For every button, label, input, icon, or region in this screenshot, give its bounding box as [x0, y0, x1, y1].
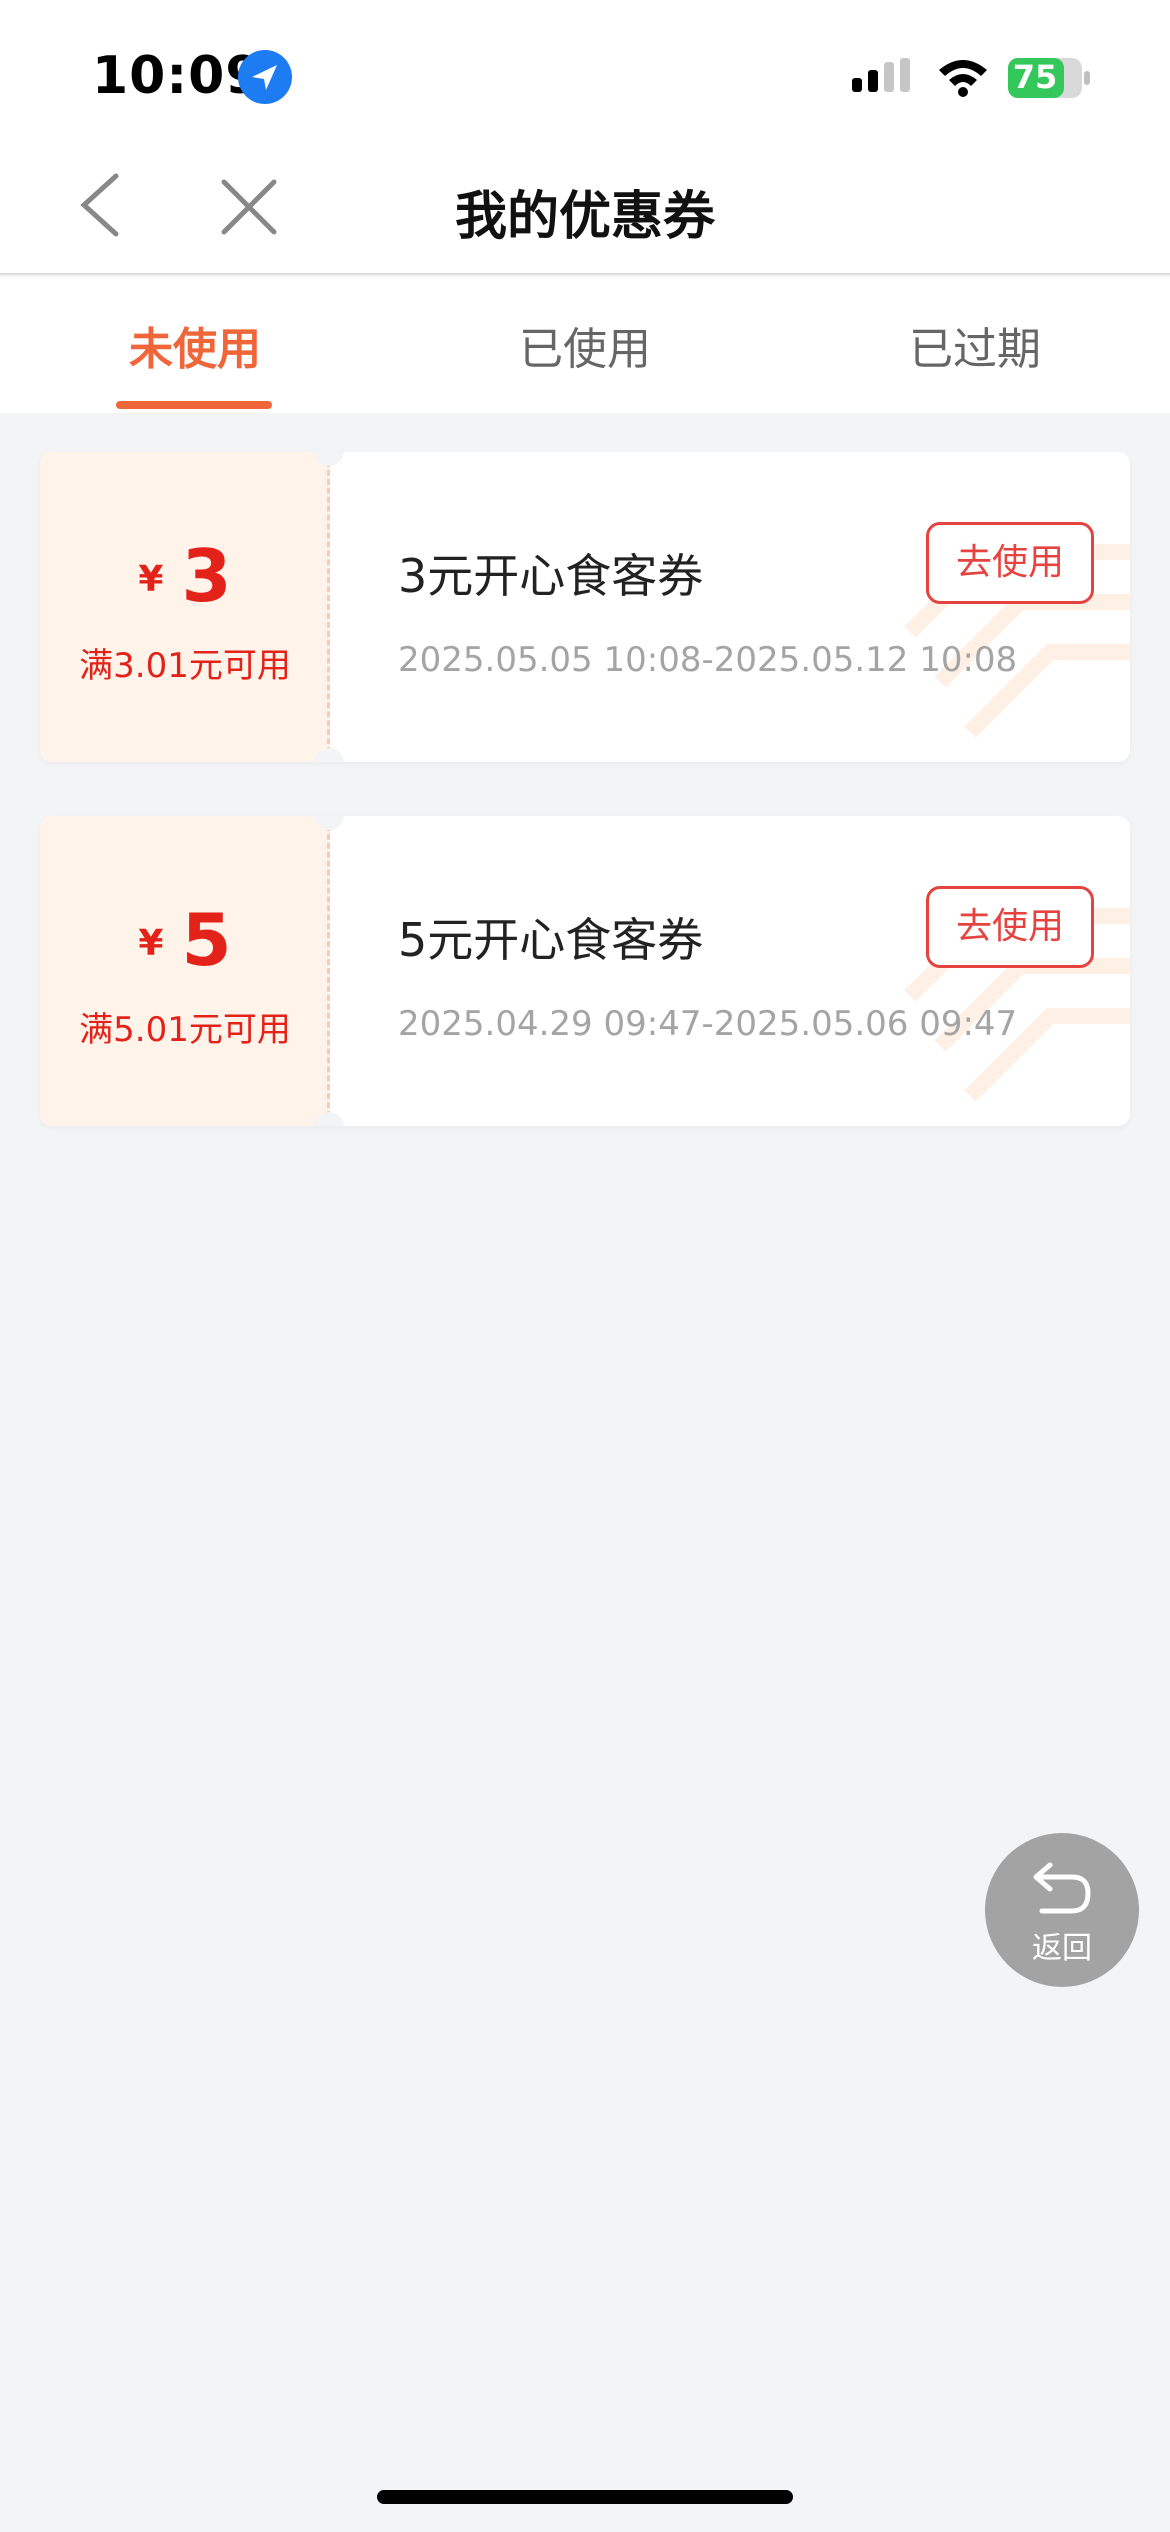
page-title: 我的优惠券 — [454, 187, 715, 247]
battery-level: 75 — [1012, 58, 1058, 96]
currency-symbol: ¥ — [138, 923, 164, 964]
currency-symbol: ¥ — [138, 559, 164, 600]
coupon-threshold: 满5.01元可用 — [79, 1010, 291, 1050]
tab-expired[interactable]: 已过期 — [780, 313, 1170, 377]
coupon-value-panel: ¥5 满5.01元可用 — [40, 816, 330, 1126]
coupon-name: 5元开心食客券 — [398, 913, 704, 967]
coupon-card: ¥3 满3.01元可用 3元开心食客券 2025.05.05 10:08-202… — [40, 452, 1130, 762]
location-arrow-icon — [238, 50, 292, 104]
home-indicator — [377, 2490, 793, 2504]
use-coupon-button[interactable]: 去使用 — [926, 886, 1094, 968]
coupon-amount: 3 — [181, 534, 232, 618]
coupon-amount-row: ¥5 — [40, 898, 330, 982]
use-coupon-button[interactable]: 去使用 — [926, 522, 1094, 604]
coupon-tabs: 未使用 已使用 已过期 — [0, 277, 1170, 413]
return-label: 返回 — [1032, 1931, 1092, 1966]
wifi-icon — [939, 60, 987, 97]
return-button[interactable]: 返回 — [985, 1833, 1139, 1987]
nav-bar: 我的优惠券 — [0, 140, 1170, 275]
coupon-threshold: 满3.01元可用 — [79, 646, 291, 686]
status-time: 10:09 — [92, 46, 263, 106]
coupon-value-panel: ¥3 满3.01元可用 — [40, 452, 330, 762]
coupon-validity: 2025.04.29 09:47-2025.05.06 09:47 — [398, 1004, 1018, 1044]
coupon-card: ¥5 满5.01元可用 5元开心食客券 2025.04.29 09:47-202… — [40, 816, 1130, 1126]
coupon-name: 3元开心食客券 — [398, 549, 704, 603]
tab-used[interactable]: 已使用 — [390, 313, 780, 377]
coupon-amount-row: ¥3 — [40, 534, 330, 618]
return-arrow-icon — [1033, 1862, 1091, 1914]
coupon-amount: 5 — [181, 898, 232, 982]
coupon-validity: 2025.05.05 10:08-2025.05.12 10:08 — [398, 640, 1018, 680]
active-tab-indicator — [116, 401, 272, 409]
cellular-signal-icon — [852, 58, 910, 92]
tab-unused[interactable]: 未使用 — [0, 313, 390, 377]
status-bar: 10:09 75 — [0, 0, 1170, 140]
